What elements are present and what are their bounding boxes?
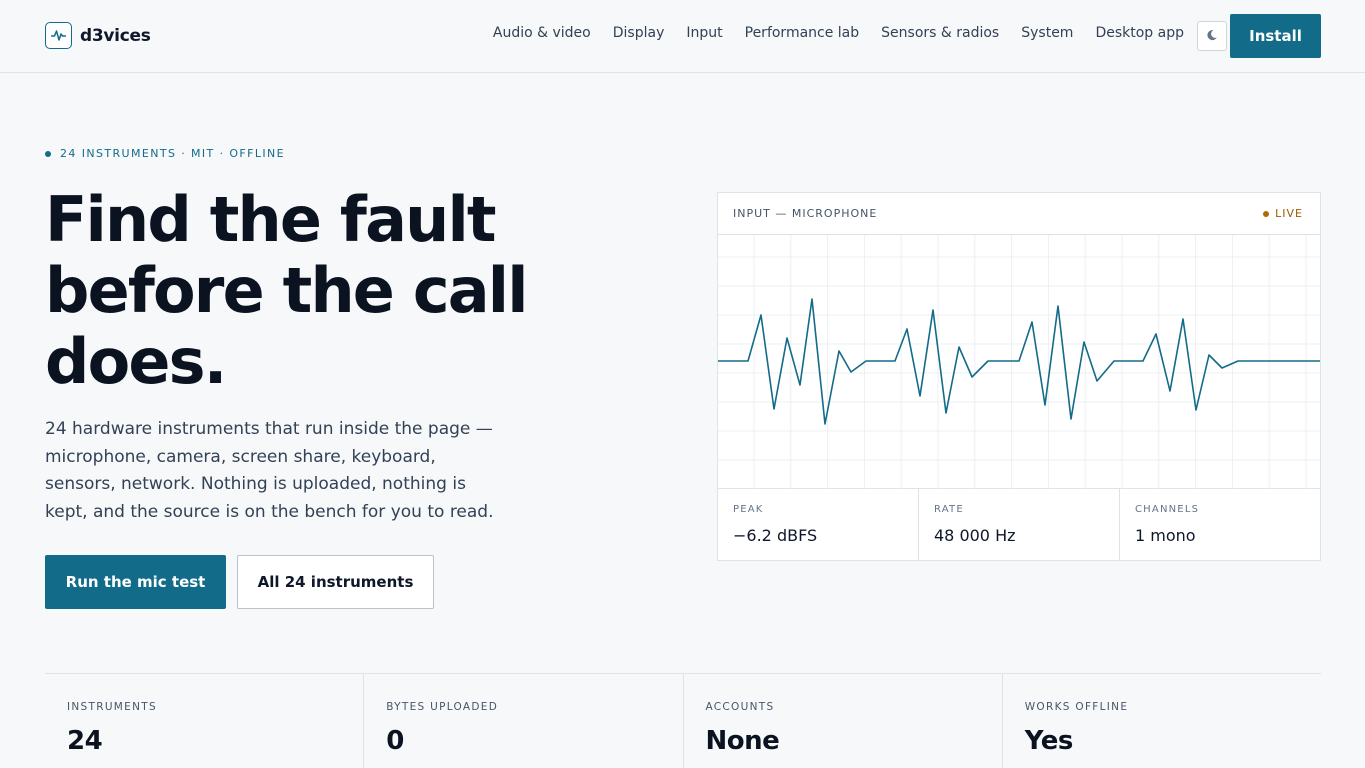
fact-label: ACCOUNTS: [705, 701, 775, 713]
fact-works-offline: WORKS OFFLINE Yes: [1001, 674, 1321, 768]
stat-label: CHANNELS: [1135, 504, 1200, 515]
panel-label: INPUT — MICROPHONE: [733, 207, 878, 220]
eyebrow-text: 24 INSTRUMENTS · MIT · OFFLINE: [60, 147, 286, 160]
fact-value: 24: [67, 726, 103, 756]
stat-peak: PEAK −6.2 dBFS: [718, 489, 919, 560]
microphone-panel: INPUT — MICROPHONE LIVE PEAK −6.2 dBFS R…: [717, 192, 1321, 561]
live-status: LIVE: [1275, 207, 1303, 220]
nav-display[interactable]: Display: [613, 25, 665, 41]
fact-instruments: INSTRUMENTS 24: [45, 674, 363, 768]
fact-value: 0: [386, 726, 404, 756]
waveform-line: [718, 298, 1320, 425]
all-instruments-button[interactable]: All 24 instruments: [237, 555, 434, 609]
hero-title: Find the fault before the call does.: [45, 183, 529, 398]
nav-input[interactable]: Input: [686, 25, 722, 41]
install-button[interactable]: Install: [1230, 14, 1321, 58]
run-mic-test-button[interactable]: Run the mic test: [45, 555, 226, 609]
stat-channels: CHANNELS 1 mono: [1120, 489, 1320, 560]
stat-label: PEAK: [733, 504, 764, 515]
fact-accounts: ACCOUNTS None: [682, 674, 1002, 768]
theme-toggle-button[interactable]: [1197, 21, 1227, 51]
nav-performance-lab[interactable]: Performance lab: [745, 25, 860, 41]
hero-description: 24 hardware instruments that run inside …: [45, 419, 494, 523]
fact-bytes-uploaded: BYTES UPLOADED 0: [363, 674, 682, 768]
stat-value: −6.2 dBFS: [733, 526, 818, 545]
fact-label: INSTRUMENTS: [67, 701, 157, 713]
nav-desktop-app[interactable]: Desktop app: [1095, 25, 1184, 41]
theme-toggle-icon: [1206, 29, 1218, 44]
fact-value: None: [705, 726, 780, 756]
brand-name: d3vices: [80, 25, 151, 46]
main-nav: Audio & video Display Input Performance …: [493, 25, 1184, 41]
live-indicator: LIVE: [1263, 207, 1303, 220]
stat-label: RATE: [934, 504, 964, 515]
panel-stats: PEAK −6.2 dBFS RATE 48 000 Hz CHANNELS 1…: [718, 489, 1320, 560]
nav-audio-video[interactable]: Audio & video: [493, 25, 591, 41]
pulse-icon: [45, 22, 72, 49]
waveform-grid: [718, 235, 1320, 489]
eyebrow-dot-icon: [45, 150, 51, 157]
fact-label: BYTES UPLOADED: [386, 701, 499, 713]
hero-eyebrow: 24 INSTRUMENTS · MIT · OFFLINE: [45, 147, 285, 160]
stat-rate: RATE 48 000 Hz: [919, 489, 1120, 560]
fact-label: WORKS OFFLINE: [1024, 701, 1129, 713]
waveform-svg: [718, 235, 1320, 489]
nav-sensors-radios[interactable]: Sensors & radios: [881, 25, 999, 41]
stat-value: 48 000 Hz: [934, 526, 1016, 545]
nav-system[interactable]: System: [1021, 25, 1073, 41]
brand-logo[interactable]: d3vices: [45, 22, 151, 49]
panel-header: INPUT — MICROPHONE LIVE: [718, 193, 1320, 235]
waveform-display: [718, 235, 1320, 489]
live-dot-icon: [1263, 210, 1270, 217]
fact-value: Yes: [1024, 726, 1074, 756]
site-header: d3vices Audio & video Display Input Perf…: [0, 0, 1365, 73]
stat-value: 1 mono: [1135, 526, 1196, 545]
facts-row: INSTRUMENTS 24 BYTES UPLOADED 0 ACCOUNTS…: [45, 673, 1321, 768]
